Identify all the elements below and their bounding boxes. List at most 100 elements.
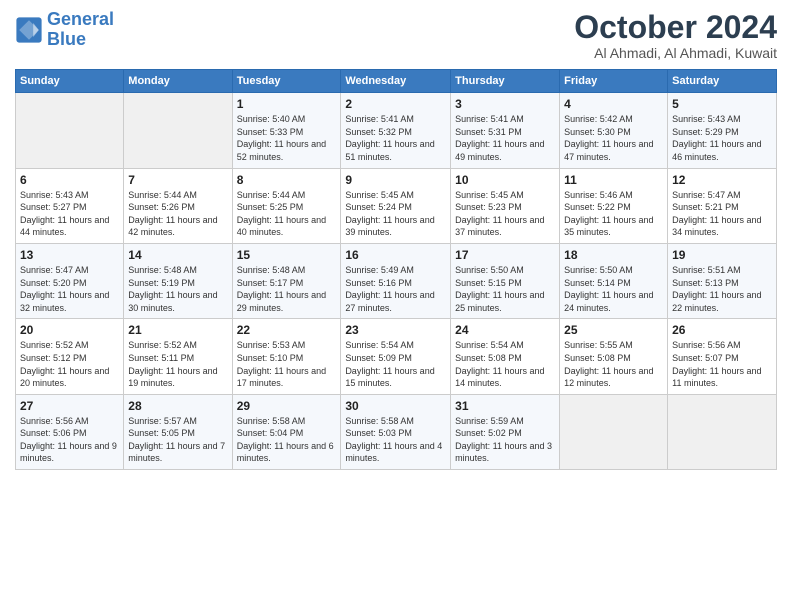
day-detail: Sunrise: 5:44 AMSunset: 5:25 PMDaylight:… <box>237 189 337 239</box>
weekday-header: Monday <box>124 70 232 93</box>
calendar-cell: 10Sunrise: 5:45 AMSunset: 5:23 PMDayligh… <box>451 168 560 243</box>
calendar-week-row: 6Sunrise: 5:43 AMSunset: 5:27 PMDaylight… <box>16 168 777 243</box>
logo-icon <box>15 16 43 44</box>
logo-line1: General <box>47 9 114 29</box>
day-number: 22 <box>237 323 337 337</box>
day-number: 16 <box>345 248 446 262</box>
day-number: 14 <box>128 248 227 262</box>
day-detail: Sunrise: 5:55 AMSunset: 5:08 PMDaylight:… <box>564 339 663 389</box>
calendar-cell: 1 Sunrise: 5:40 AMSunset: 5:33 PMDaylight… <box>232 93 341 168</box>
day-number: 3 <box>455 97 555 111</box>
day-detail: Sunrise: 5:54 AMSunset: 5:08 PMDaylight:… <box>455 339 555 389</box>
day-detail: Sunrise: 5:42 AMSunset: 5:30 PMDaylight:… <box>564 113 663 163</box>
day-detail: Sunrise: 5:57 AMSunset: 5:05 PMDaylight:… <box>128 415 227 465</box>
calendar-cell: 8 Sunrise: 5:44 AMSunset: 5:25 PMDaylight… <box>232 168 341 243</box>
day-detail: Sunrise: 5:48 AMSunset: 5:19 PMDaylight:… <box>128 264 227 314</box>
calendar-cell: 13Sunrise: 5:47 AMSunset: 5:20 PMDayligh… <box>16 243 124 318</box>
calendar-cell: 15 Sunrise: 5:48 AMSunset: 5:17 PMDayligh… <box>232 243 341 318</box>
calendar-cell: 23 Sunrise: 5:54 AMSunset: 5:09 PMDayligh… <box>341 319 451 394</box>
calendar-cell: 26 Sunrise: 5:56 AMSunset: 5:07 PMDayligh… <box>668 319 777 394</box>
day-number: 31 <box>455 399 555 413</box>
calendar-cell: 25 Sunrise: 5:55 AMSunset: 5:08 PMDayligh… <box>560 319 668 394</box>
day-number: 27 <box>20 399 119 413</box>
calendar-table: SundayMondayTuesdayWednesdayThursdayFrid… <box>15 69 777 470</box>
day-number: 9 <box>345 173 446 187</box>
day-number: 15 <box>237 248 337 262</box>
day-number: 19 <box>672 248 772 262</box>
day-detail: Sunrise: 5:59 AMSunset: 5:02 PMDaylight:… <box>455 415 555 465</box>
calendar-cell <box>668 394 777 469</box>
calendar-cell: 5 Sunrise: 5:43 AMSunset: 5:29 PMDaylight… <box>668 93 777 168</box>
day-detail: Sunrise: 5:41 AMSunset: 5:32 PMDaylight:… <box>345 113 446 163</box>
calendar-cell: 17Sunrise: 5:50 AMSunset: 5:15 PMDayligh… <box>451 243 560 318</box>
calendar-week-row: 13Sunrise: 5:47 AMSunset: 5:20 PMDayligh… <box>16 243 777 318</box>
day-number: 13 <box>20 248 119 262</box>
weekday-header: Wednesday <box>341 70 451 93</box>
day-detail: Sunrise: 5:40 AMSunset: 5:33 PMDaylight:… <box>237 113 337 163</box>
calendar-cell: 24 Sunrise: 5:54 AMSunset: 5:08 PMDayligh… <box>451 319 560 394</box>
day-number: 1 <box>237 97 337 111</box>
day-number: 20 <box>20 323 119 337</box>
day-detail: Sunrise: 5:51 AMSunset: 5:13 PMDaylight:… <box>672 264 772 314</box>
calendar-cell: 22 Sunrise: 5:53 AMSunset: 5:10 PMDayligh… <box>232 319 341 394</box>
weekday-header: Sunday <box>16 70 124 93</box>
calendar-cell <box>16 93 124 168</box>
calendar-cell: 31 Sunrise: 5:59 AMSunset: 5:02 PMDayligh… <box>451 394 560 469</box>
calendar-header: SundayMondayTuesdayWednesdayThursdayFrid… <box>16 70 777 93</box>
calendar-cell: 27 Sunrise: 5:56 AMSunset: 5:06 PMDayligh… <box>16 394 124 469</box>
day-detail: Sunrise: 5:43 AMSunset: 5:29 PMDaylight:… <box>672 113 772 163</box>
day-number: 2 <box>345 97 446 111</box>
day-detail: Sunrise: 5:48 AMSunset: 5:17 PMDaylight:… <box>237 264 337 314</box>
day-number: 12 <box>672 173 772 187</box>
calendar-cell: 29Sunrise: 5:58 AMSunset: 5:04 PMDayligh… <box>232 394 341 469</box>
day-number: 23 <box>345 323 446 337</box>
day-detail: Sunrise: 5:52 AMSunset: 5:11 PMDaylight:… <box>128 339 227 389</box>
day-number: 17 <box>455 248 555 262</box>
day-detail: Sunrise: 5:53 AMSunset: 5:10 PMDaylight:… <box>237 339 337 389</box>
logo-text: General Blue <box>47 10 114 50</box>
day-detail: Sunrise: 5:56 AMSunset: 5:06 PMDaylight:… <box>20 415 119 465</box>
day-number: 8 <box>237 173 337 187</box>
calendar-cell: 11Sunrise: 5:46 AMSunset: 5:22 PMDayligh… <box>560 168 668 243</box>
day-detail: Sunrise: 5:44 AMSunset: 5:26 PMDaylight:… <box>128 189 227 239</box>
day-detail: Sunrise: 5:50 AMSunset: 5:14 PMDaylight:… <box>564 264 663 314</box>
calendar-cell: 16Sunrise: 5:49 AMSunset: 5:16 PMDayligh… <box>341 243 451 318</box>
day-detail: Sunrise: 5:45 AMSunset: 5:23 PMDaylight:… <box>455 189 555 239</box>
day-detail: Sunrise: 5:43 AMSunset: 5:27 PMDaylight:… <box>20 189 119 239</box>
calendar-cell: 7 Sunrise: 5:44 AMSunset: 5:26 PMDaylight… <box>124 168 232 243</box>
header: General Blue October 2024 Al Ahmadi, Al … <box>15 10 777 61</box>
day-detail: Sunrise: 5:56 AMSunset: 5:07 PMDaylight:… <box>672 339 772 389</box>
calendar-cell: 20 Sunrise: 5:52 AMSunset: 5:12 PMDayligh… <box>16 319 124 394</box>
day-number: 28 <box>128 399 227 413</box>
calendar-cell: 21 Sunrise: 5:52 AMSunset: 5:11 PMDayligh… <box>124 319 232 394</box>
calendar-cell: 12 Sunrise: 5:47 AMSunset: 5:21 PMDayligh… <box>668 168 777 243</box>
day-detail: Sunrise: 5:58 AMSunset: 5:03 PMDaylight:… <box>345 415 446 465</box>
day-number: 25 <box>564 323 663 337</box>
day-number: 30 <box>345 399 446 413</box>
calendar-cell <box>124 93 232 168</box>
logo: General Blue <box>15 10 114 50</box>
day-number: 7 <box>128 173 227 187</box>
day-detail: Sunrise: 5:52 AMSunset: 5:12 PMDaylight:… <box>20 339 119 389</box>
day-detail: Sunrise: 5:47 AMSunset: 5:21 PMDaylight:… <box>672 189 772 239</box>
calendar-week-row: 27 Sunrise: 5:56 AMSunset: 5:06 PMDayligh… <box>16 394 777 469</box>
calendar-week-row: 20 Sunrise: 5:52 AMSunset: 5:12 PMDayligh… <box>16 319 777 394</box>
day-number: 26 <box>672 323 772 337</box>
calendar-body: 1 Sunrise: 5:40 AMSunset: 5:33 PMDaylight… <box>16 93 777 470</box>
calendar-week-row: 1 Sunrise: 5:40 AMSunset: 5:33 PMDaylight… <box>16 93 777 168</box>
calendar-cell <box>560 394 668 469</box>
day-number: 24 <box>455 323 555 337</box>
weekday-header: Saturday <box>668 70 777 93</box>
calendar-cell: 6Sunrise: 5:43 AMSunset: 5:27 PMDaylight… <box>16 168 124 243</box>
day-number: 5 <box>672 97 772 111</box>
day-detail: Sunrise: 5:54 AMSunset: 5:09 PMDaylight:… <box>345 339 446 389</box>
day-number: 21 <box>128 323 227 337</box>
day-number: 29 <box>237 399 337 413</box>
day-number: 11 <box>564 173 663 187</box>
logo-line2: Blue <box>47 29 86 49</box>
calendar-cell: 3Sunrise: 5:41 AMSunset: 5:31 PMDaylight… <box>451 93 560 168</box>
day-number: 18 <box>564 248 663 262</box>
calendar-cell: 19 Sunrise: 5:51 AMSunset: 5:13 PMDayligh… <box>668 243 777 318</box>
calendar-cell: 2 Sunrise: 5:41 AMSunset: 5:32 PMDaylight… <box>341 93 451 168</box>
day-detail: Sunrise: 5:45 AMSunset: 5:24 PMDaylight:… <box>345 189 446 239</box>
